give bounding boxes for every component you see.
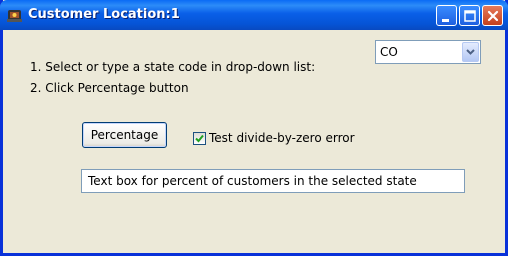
chevron-down-icon bbox=[466, 49, 475, 55]
window-title: Customer Location:1 bbox=[28, 7, 180, 22]
maximize-icon bbox=[464, 10, 476, 22]
divide-by-zero-checkbox[interactable] bbox=[193, 132, 206, 145]
checkmark-icon bbox=[195, 134, 204, 143]
title-bar[interactable]: Customer Location:1 bbox=[0, 0, 508, 30]
close-button[interactable] bbox=[482, 5, 503, 26]
result-textbox[interactable]: Text box for percent of customers in the… bbox=[81, 169, 465, 193]
state-code-value[interactable]: CO bbox=[380, 45, 398, 59]
percentage-button[interactable]: Percentage bbox=[82, 122, 167, 148]
app-icon bbox=[7, 10, 22, 22]
maximize-button[interactable] bbox=[459, 5, 480, 26]
instruction-step-2: 2. Click Percentage button bbox=[30, 81, 189, 95]
app-window: Customer Location:1 1. Select or type a … bbox=[0, 0, 508, 256]
instruction-step-1: 1. Select or type a state code in drop-d… bbox=[30, 60, 316, 74]
state-code-combobox[interactable]: CO bbox=[375, 40, 481, 64]
dropdown-button[interactable] bbox=[462, 42, 479, 62]
divide-by-zero-label[interactable]: Test divide-by-zero error bbox=[209, 131, 355, 145]
close-icon bbox=[487, 10, 499, 22]
minimize-button[interactable] bbox=[436, 5, 457, 26]
minimize-icon bbox=[442, 19, 449, 22]
